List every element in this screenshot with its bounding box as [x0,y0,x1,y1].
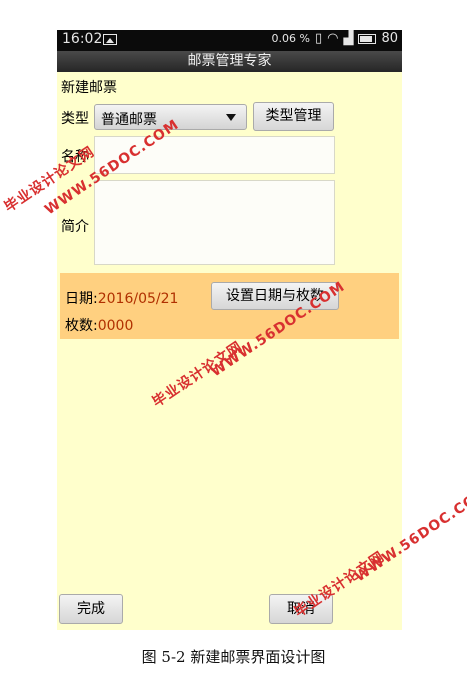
battery-icon [358,33,377,44]
status-time: 16:02 [62,31,103,47]
app-title: 邮票管理专家 [57,51,402,72]
type-spinner-value: 普通邮票 [101,112,157,128]
wifi-icon: ◠ [327,31,339,46]
type-manage-button[interactable]: 类型管理 [253,102,334,131]
status-bar: 16:02 0.06 % ▯ ◠ ▟ 80 [57,30,402,51]
section-title: 新建邮票 [61,80,117,96]
intro-textarea[interactable] [94,180,335,265]
date-count-panel: 日期:2016/05/21 枚数:0000 设置日期与枚数 [60,273,399,339]
date-label: 日期: [65,291,98,307]
type-label: 类型 [61,111,89,127]
count-value: 0000 [97,318,134,334]
status-right: 0.06 % ▯ ◠ ▟ 80 [272,31,399,46]
done-button[interactable]: 完成 [59,594,123,624]
date-value: 2016/05/21 [97,291,179,307]
phone-screen: 16:02 0.06 % ▯ ◠ ▟ 80 邮票管理专家 新建邮票 类型 普通邮… [57,30,402,630]
count-row: 枚数:0000 [65,315,133,335]
gallery-notification-icon [103,34,117,45]
intro-label: 简介 [61,219,89,235]
battery-level: 80 [381,31,398,46]
network-speed: 0.06 % [271,32,310,45]
date-row: 日期:2016/05/21 [65,288,178,308]
dropdown-arrow-icon [226,114,236,121]
count-label: 枚数: [65,318,98,334]
signal-icon: ▟ [343,31,354,46]
vibrate-icon: ▯ [314,31,323,46]
figure-caption: 图 5-2 新建邮票界面设计图 [141,648,326,666]
